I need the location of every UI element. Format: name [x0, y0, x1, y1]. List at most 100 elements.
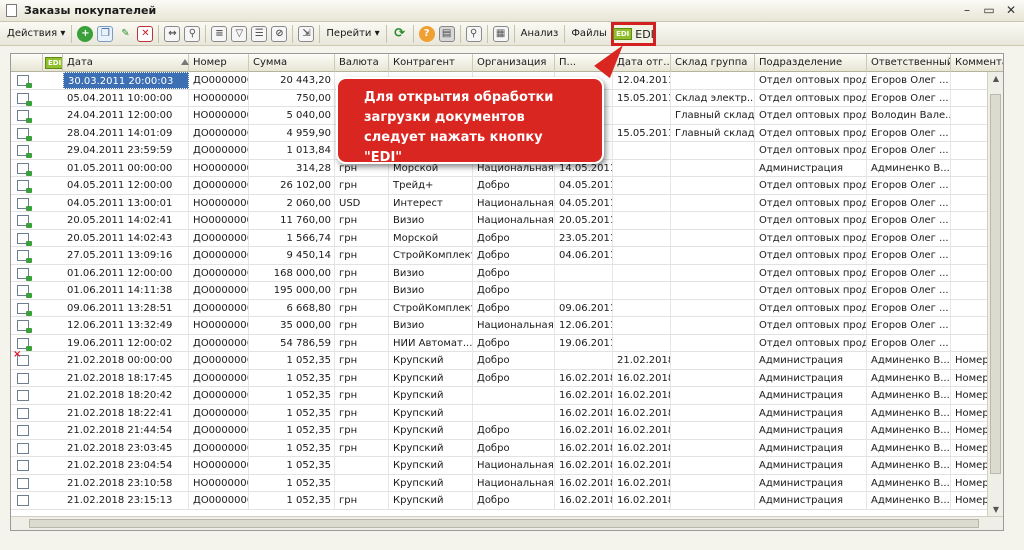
cell-dept: Администрация: [755, 369, 867, 387]
horizontal-scrollbar[interactable]: [11, 516, 1003, 530]
cell-sklad: [671, 334, 755, 352]
print-icon[interactable]: ▤: [438, 25, 455, 42]
cell-org: Добро: [473, 439, 555, 457]
filter-settings-icon[interactable]: ≡: [211, 25, 228, 42]
cell-cur: грн: [335, 317, 389, 334]
vertical-scrollbar[interactable]: ▲ ▼: [987, 72, 1003, 516]
scroll-thumb[interactable]: [990, 94, 1001, 474]
cell-p: [555, 352, 613, 369]
posted-document-icon: [17, 162, 32, 176]
find-icon[interactable]: ⚲: [184, 25, 201, 42]
column-header[interactable]: Коммента: [951, 54, 1003, 72]
column-header[interactable]: Номер: [189, 54, 249, 72]
scroll-down-icon[interactable]: ▼: [991, 505, 1001, 514]
cell-resp: Егоров Олег ...: [867, 317, 951, 334]
table-row[interactable]: 21.02.2018 18:20:42ДО0000000031 052,35гр…: [11, 387, 1003, 405]
cell-cur: грн: [335, 229, 389, 247]
copy-icon[interactable]: ❐: [97, 25, 114, 42]
table-row[interactable]: 21.02.2018 00:00:00ДО0000000011 052,35гр…: [11, 349, 1003, 370]
cell-sklad: Главный склад: [671, 107, 755, 124]
deletion-mark-icon: [13, 349, 29, 366]
refresh-icon[interactable]: ⟳: [392, 26, 408, 42]
column-header[interactable]: Ответственный: [867, 54, 951, 72]
cell-num: ДО000000003: [189, 387, 249, 404]
cell-num: НО000000001: [189, 89, 249, 107]
cell-resp: Админенко В...: [867, 369, 951, 387]
cell-cur: грн: [335, 212, 389, 229]
column-header[interactable]: Подразделение: [755, 54, 867, 72]
cell-sklad: [671, 142, 755, 159]
cell-num: ДО000000008: [189, 299, 249, 317]
window-controls: – ▭ ✕: [960, 3, 1018, 17]
table-row[interactable]: 04.05.2011 13:00:01НО0000000042 060,00US…: [11, 194, 1003, 212]
analysis-button[interactable]: Анализ: [518, 24, 562, 44]
cell-dept: Администрация: [755, 474, 867, 492]
cell-ship: [613, 317, 671, 334]
cell-sklad: [671, 177, 755, 194]
cell-resp: Егоров Олег ...: [867, 282, 951, 299]
help-icon[interactable]: ?: [418, 25, 435, 42]
cell-kontr: Крупский: [389, 422, 473, 439]
cell-sklad: [671, 229, 755, 247]
cell-dept: Отдел оптовых прод...: [755, 299, 867, 317]
column-header[interactable]: Склад группа: [671, 54, 755, 72]
clear-filter-icon[interactable]: ⊘: [271, 25, 288, 42]
cell-ship: 16.02.2018: [613, 369, 671, 387]
sort-asc-icon: [181, 59, 189, 65]
column-header[interactable]: Контрагент: [389, 54, 473, 72]
table-row[interactable]: 20.05.2011 14:02:41НО00000000311 760,00г…: [11, 212, 1003, 230]
files-button[interactable]: Файлы: [568, 24, 610, 44]
cell-ship: [613, 212, 671, 229]
table-row[interactable]: 01.06.2011 12:00:00ДО000000006168 000,00…: [11, 264, 1003, 282]
column-header[interactable]: Дата: [63, 54, 189, 72]
cell-num: ДО000000007: [189, 492, 249, 509]
goto-menu[interactable]: Перейти ▾: [323, 24, 382, 44]
actions-menu[interactable]: Действия ▾: [4, 24, 68, 44]
filter-icon[interactable]: ▽: [231, 25, 248, 42]
table-row[interactable]: 21.02.2018 21:44:54ДО0000000051 052,35гр…: [11, 422, 1003, 440]
preview-icon[interactable]: ⚲: [465, 25, 482, 42]
link-icon[interactable]: ↔: [164, 25, 181, 42]
add-icon[interactable]: +: [77, 25, 94, 42]
table-row[interactable]: 21.02.2018 18:22:41ДО0000000041 052,35гр…: [11, 404, 1003, 422]
table-row[interactable]: 12.06.2011 13:32:49НО00000000535 000,00г…: [11, 317, 1003, 335]
table-row[interactable]: 21.02.2018 23:03:45ДО0000000061 052,35гр…: [11, 439, 1003, 457]
table-row[interactable]: 21.02.2018 23:15:13ДО0000000071 052,35гр…: [11, 492, 1003, 510]
table-row[interactable]: 21.02.2018 23:04:54НО0000000011 052,35 Кр…: [11, 457, 1003, 475]
table-header: EDI Дата Номер Сумма Валюта Контрагент О…: [11, 54, 1003, 72]
delete-icon[interactable]: ✕: [137, 25, 154, 42]
table-row[interactable]: 19.06.2011 12:00:02ДО00000001954 786,59г…: [11, 334, 1003, 352]
cell-org: Добро: [473, 422, 555, 439]
structure-icon[interactable]: ▦: [492, 25, 509, 42]
cell-sklad: [671, 352, 755, 369]
table-row[interactable]: 09.06.2011 13:28:51ДО0000000086 668,80гр…: [11, 299, 1003, 317]
column-header[interactable]: Сумма: [249, 54, 335, 72]
table-row[interactable]: 21.02.2018 23:10:58НО0000000021 052,35 Кр…: [11, 474, 1003, 492]
cell-num: ДО000000006: [189, 264, 249, 282]
table-row[interactable]: 21.02.2018 18:17:45ДО0000000021 052,35гр…: [11, 369, 1003, 387]
toolbar: Действия ▾ + ❐ ✎ ✕ ↔ ⚲ ≡ ▽ ☰ ⊘ ⇲ Перейти…: [0, 22, 1024, 46]
minimize-icon[interactable]: –: [960, 3, 974, 17]
cell-kontr: Трейд+: [389, 177, 473, 194]
cell-cur: [335, 474, 389, 492]
table-row[interactable]: 01.06.2011 14:11:38ДО000000007195 000,00…: [11, 282, 1003, 300]
edit-icon[interactable]: ✎: [117, 26, 133, 42]
cell-ship: [613, 334, 671, 352]
cell-date: 21.02.2018 18:17:45: [63, 369, 189, 387]
table-row[interactable]: 20.05.2011 14:02:43ДО0000000041 566,74гр…: [11, 229, 1003, 247]
cell-sklad: [671, 369, 755, 387]
table-row[interactable]: 27.05.2011 13:09:16ДО0000000059 450,14гр…: [11, 247, 1003, 265]
cell-sum: 1 052,35: [249, 404, 335, 422]
close-icon[interactable]: ✕: [1004, 3, 1018, 17]
cell-date: 21.02.2018 23:15:13: [63, 492, 189, 509]
scroll-up-icon[interactable]: ▲: [991, 74, 1001, 83]
filter-list-icon[interactable]: ☰: [251, 25, 268, 42]
cell-date: 01.06.2011 12:00:00: [63, 264, 189, 282]
post-icon[interactable]: ⇲: [298, 25, 315, 42]
table-row[interactable]: 04.05.2011 12:00:00ДО00000000326 102,00г…: [11, 177, 1003, 195]
posted-document-icon: [17, 215, 32, 228]
column-header[interactable]: Валюта: [335, 54, 389, 72]
column-header[interactable]: Организация: [473, 54, 555, 72]
horizontal-scroll-thumb[interactable]: [29, 519, 979, 528]
restore-icon[interactable]: ▭: [982, 3, 996, 17]
